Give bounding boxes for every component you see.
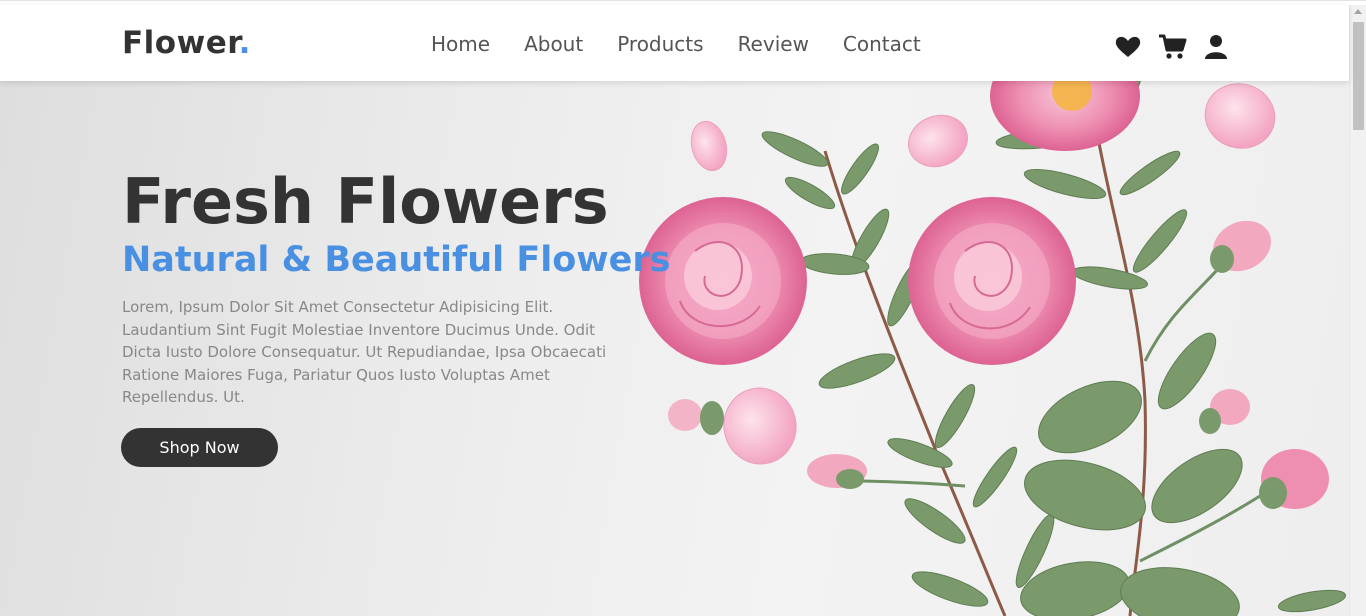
hero-section: Fresh Flowers Natural & Beautiful Flower… (0, 81, 1349, 616)
nav-review[interactable]: Review (738, 31, 809, 57)
nav-contact[interactable]: Contact (843, 31, 921, 57)
site-header: Flower. Home About Products Review Conta… (0, 5, 1349, 81)
header-icons (1114, 33, 1230, 61)
scroll-up-arrow-icon[interactable] (1354, 9, 1362, 14)
user-icon[interactable] (1202, 33, 1230, 61)
nav-about[interactable]: About (524, 31, 583, 57)
hero-subtitle: Natural & Beautiful Flowers (122, 240, 671, 280)
scrollbar-thumb[interactable] (1353, 22, 1364, 130)
logo-text: Flower (122, 25, 239, 61)
site-logo[interactable]: Flower. (122, 25, 251, 61)
heart-icon[interactable] (1114, 33, 1142, 61)
hero-title: Fresh Flowers (122, 165, 609, 238)
nav-products[interactable]: Products (617, 31, 703, 57)
page-scrollbar[interactable] (1349, 5, 1366, 616)
nav-home[interactable]: Home (431, 31, 490, 57)
main-nav: Home About Products Review Contact (431, 31, 955, 57)
hero-description: Lorem, Ipsum Dolor Sit Amet Consectetur … (122, 298, 607, 407)
logo-dot: . (238, 25, 251, 61)
flower-arrangement-image (639, 81, 1347, 616)
shopping-cart-icon[interactable] (1158, 33, 1187, 61)
shop-now-button[interactable]: Shop Now (121, 428, 278, 467)
